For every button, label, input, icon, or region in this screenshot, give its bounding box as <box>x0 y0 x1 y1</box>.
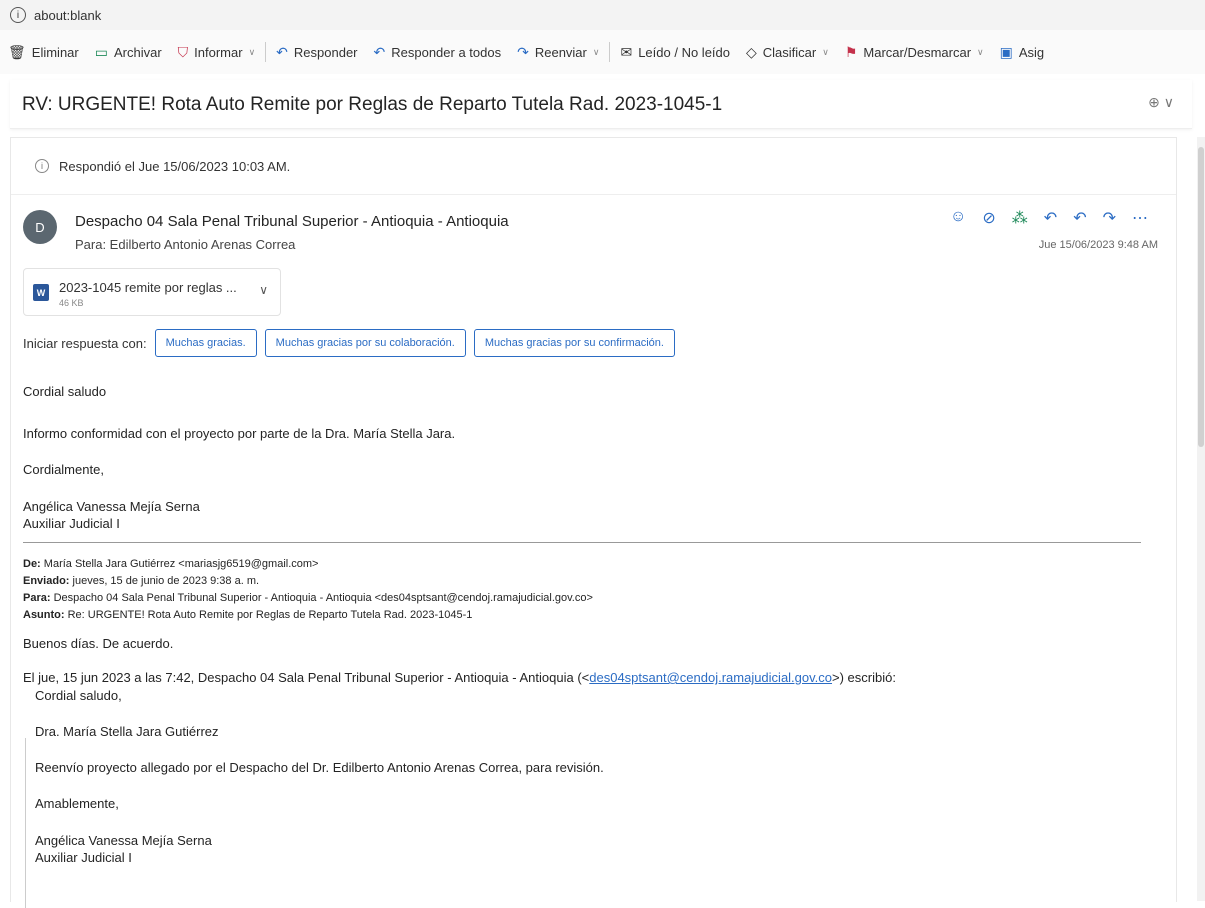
body-greeting: Cordial saludo <box>23 384 107 399</box>
assign-icon: ▣ <box>999 43 1013 60</box>
toolbar-divider <box>265 42 267 62</box>
quote-bar <box>25 738 26 908</box>
email-link[interactable]: des04sptsant@cendoj.ramajudicial.gov.co <box>589 670 832 685</box>
immersive-icon[interactable]: ⊘ <box>982 208 995 228</box>
quoted-closing: Amablemente, <box>35 796 119 811</box>
attachment-size: 46 KB <box>59 298 84 308</box>
divider <box>23 542 1141 543</box>
body-text: Informo conformidad con el proyecto por … <box>23 426 456 441</box>
chevron-down-icon[interactable]: ∨ <box>249 47 256 58</box>
wrote-line: El jue, 15 jun 2023 a las 7:42, Despacho… <box>23 670 896 685</box>
forward-icon[interactable]: ↷ <box>1103 208 1116 228</box>
reply-notice-text: Respondió el Jue 15/06/2023 10:03 AM. <box>59 158 291 174</box>
flag-icon: ⚑ <box>844 43 858 60</box>
chevron-down-icon[interactable]: ∨ <box>593 47 600 58</box>
quick-reply-option[interactable]: Muchas gracias por su colaboración. <box>264 329 466 357</box>
email-subject: RV: URGENTE! Rota Auto Remite por Reglas… <box>22 94 723 115</box>
command-toolbar: 🗑 Eliminar ▭ Archivar ⛉ Informar ∨ ↶ Responde… <box>0 30 1205 74</box>
quoted-addressee: Dra. María Stella Jara Gutiérrez <box>35 724 219 739</box>
message-date: Jue 15/06/2023 9:48 AM <box>1038 239 1158 251</box>
forward-subject: Asunto: Re: URGENTE! Rota Auto Remite po… <box>23 609 473 621</box>
forward-sent: Enviado: jueves, 15 de junio de 2023 9:3… <box>23 575 260 587</box>
quoted-greeting: Cordial saludo, <box>35 688 122 703</box>
reply-icon[interactable]: ↶ <box>1044 208 1057 228</box>
archive-button[interactable]: ▭ Archivar <box>87 30 170 74</box>
info-icon: i <box>35 159 49 173</box>
scrollbar-thumb[interactable] <box>1198 147 1204 447</box>
chevron-down-icon[interactable]: ∨ <box>822 47 829 58</box>
sender-name[interactable]: Despacho 04 Sala Penal Tribunal Superior… <box>75 213 509 230</box>
quoted-message: Cordial saludo, Dra. María Stella Jara G… <box>23 688 1153 908</box>
quoted-sig-title: Auxiliar Judicial I <box>35 850 132 865</box>
recipient-line: Para: Edilberto Antonio Arenas Correa <box>75 237 296 252</box>
quick-reply-option[interactable]: Muchas gracias por su confirmación. <box>473 329 675 357</box>
apps-icon[interactable]: ⁂ <box>1012 208 1028 228</box>
emoji-icon[interactable]: ☺ <box>950 208 966 228</box>
quick-reply-bar: Iniciar respuesta con: Muchas gracias. M… <box>23 329 675 357</box>
flag-button[interactable]: ⚑ Marcar/Desmarcar ∨ <box>837 30 992 74</box>
more-icon[interactable]: ⋯ <box>1132 208 1148 228</box>
chevron-down-icon[interactable]: ∨ <box>259 283 268 297</box>
read-unread-button[interactable]: ✉ Leído / No leído <box>612 30 738 74</box>
reply-all-icon[interactable]: ↶ <box>1073 208 1086 228</box>
message-card: i Respondió el Jue 15/06/2023 10:03 AM. … <box>10 137 1177 908</box>
reply-icon: ↶ <box>276 43 288 60</box>
info-icon[interactable]: i <box>10 7 26 23</box>
forward-from: De: María Stella Jara Gutiérrez <mariasj… <box>23 558 319 570</box>
forward-reply-text: Buenos días. De acuerdo. <box>23 636 174 651</box>
forward-icon: ↷ <box>517 43 529 60</box>
address-url[interactable]: about:blank <box>34 8 101 23</box>
forward-button[interactable]: ↷ Reenviar ∨ <box>509 30 607 74</box>
reply-notice: i Respondió el Jue 15/06/2023 10:03 AM. <box>11 138 1176 195</box>
report-button[interactable]: ⛉ Informar ∨ <box>170 30 264 74</box>
zoom-icon[interactable]: ⊕ ∨ <box>1148 94 1174 111</box>
trash-icon: 🗑 <box>8 43 26 60</box>
forward-to: Para: Despacho 04 Sala Penal Tribunal Su… <box>23 592 593 604</box>
quick-reply-option[interactable]: Muchas gracias. <box>154 329 257 357</box>
categorize-button[interactable]: ◇ Clasificar ∨ <box>738 30 837 74</box>
assign-button[interactable]: ▣ Asig <box>992 30 1053 74</box>
body-closing: Cordialmente, <box>23 462 104 477</box>
attachment-card[interactable]: W 2023-1045 remite por reglas ... 46 KB … <box>23 268 281 316</box>
word-file-icon: W <box>33 284 49 301</box>
subject-header: RV: URGENTE! Rota Auto Remite por Reglas… <box>10 80 1192 129</box>
toolbar-divider <box>609 42 611 62</box>
signature-name: Angélica Vanessa Mejía Serna <box>23 499 200 514</box>
tag-icon: ◇ <box>746 43 757 60</box>
envelope-icon: ✉ <box>620 43 633 60</box>
archive-icon: ▭ <box>94 43 108 60</box>
delete-button[interactable]: 🗑 Eliminar <box>0 30 87 74</box>
quick-reply-label: Iniciar respuesta con: <box>23 335 147 351</box>
chevron-down-icon[interactable]: ∨ <box>977 47 984 58</box>
reply-all-icon: ↶ <box>373 43 386 60</box>
message-actions: ☺ ⊘ ⁂ ↶ ↶ ↷ ⋯ <box>934 208 1148 228</box>
signature-title: Auxiliar Judicial I <box>23 516 120 531</box>
scrollbar[interactable] <box>1197 137 1205 901</box>
avatar[interactable]: D <box>23 210 57 244</box>
address-bar[interactable]: i about:blank <box>0 0 1205 30</box>
reply-all-button[interactable]: ↶ Responder a todos <box>366 30 510 74</box>
shield-icon: ⛉ <box>177 43 189 60</box>
reply-button[interactable]: ↶ Responder <box>268 30 365 74</box>
attachment-name[interactable]: 2023-1045 remite por reglas ... <box>59 280 237 295</box>
quoted-text: Reenvío proyecto allegado por el Despach… <box>35 760 604 775</box>
quoted-sig-name: Angélica Vanessa Mejía Serna <box>35 833 212 848</box>
